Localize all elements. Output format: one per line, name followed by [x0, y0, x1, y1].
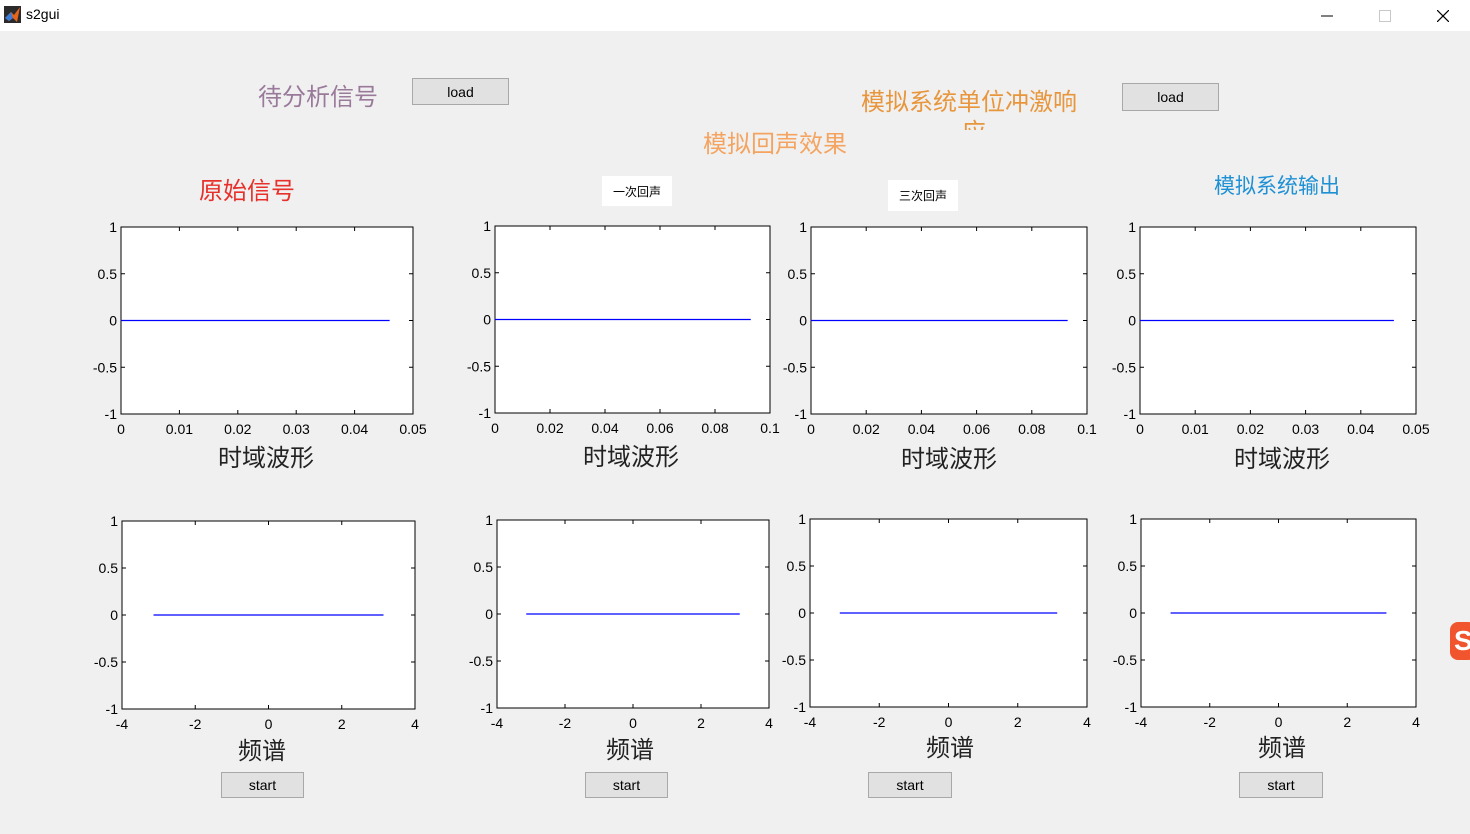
output-time-ytick-label: 1 [1128, 219, 1136, 235]
echo1-freq-ytick-label: 0.5 [474, 559, 494, 575]
echo1-time-xtick-label: 0.04 [591, 420, 618, 436]
echo1-freq-ytick-label: 0 [485, 606, 493, 622]
echo3-time-ytick-label: -1 [795, 406, 808, 422]
original-time-ytick-label: 0 [109, 313, 117, 329]
output-time-xtick-label: 0.01 [1182, 421, 1209, 437]
echo1-time-ytick-label: 1 [483, 218, 491, 234]
original-freq-ytick-label: 0.5 [99, 560, 119, 576]
plots-canvas: 10.50-0.5-10 0.01 0.02 0.03 0.04 0.0510.50-0.… [93, 218, 1430, 732]
echo3-time-xtick-label: 0.02 [853, 421, 880, 437]
echo1-freq-ytick-label: -1 [481, 700, 494, 716]
original-time-ytick-label: -1 [105, 406, 118, 422]
echo3-freq-xtick-label: -4 [804, 714, 817, 730]
original-time-xtick-label: 0.04 [341, 421, 368, 437]
echo1-time-xtick-label: 0 [491, 420, 499, 436]
output-freq-ytick-label: 1 [1129, 511, 1137, 527]
original-freq-ytick-label: -0.5 [94, 654, 118, 670]
output-freq-ytick-label: -1 [1125, 699, 1138, 715]
echo3-freq-ytick-label: -1 [794, 699, 807, 715]
echo3-time-ytick-label: 0.5 [788, 266, 808, 282]
echo3-freq-xtick-label: 2 [1014, 714, 1022, 730]
echo1-time-ytick-label: -1 [479, 405, 492, 421]
output-freq-ytick-label: -0.5 [1113, 652, 1137, 668]
echo3-freq-ytick-label: 0.5 [787, 558, 807, 574]
echo1-freq-xtick-label: 4 [765, 715, 773, 731]
ime-badge-icon[interactable]: S [1450, 622, 1470, 660]
freq-xlabel-echo1: 频谱 [606, 736, 654, 764]
echo1-time-ytick-label: 0.5 [472, 265, 492, 281]
start-button-output[interactable]: start [1239, 772, 1323, 798]
original-freq-xtick-label: 4 [411, 716, 419, 732]
echo3-time-ytick-label: 0 [799, 313, 807, 329]
original-time-ytick-label: -0.5 [93, 359, 117, 375]
echo3-time-xtick-label: 0 [807, 421, 815, 437]
freq-xlabel-echo3: 频谱 [926, 734, 974, 762]
output-freq-xtick-label: -2 [1204, 714, 1217, 730]
original-freq-ytick-label: -1 [106, 701, 119, 717]
output-time-xtick-label: 0 [1136, 421, 1144, 437]
original-time-xtick-label: 0.05 [399, 421, 426, 437]
original-freq-xtick-label: 0 [265, 716, 273, 732]
original-freq-ytick-label: 1 [110, 513, 118, 529]
echo1-time-ytick-label: -0.5 [467, 358, 491, 374]
original-time-xtick-label: 0 [117, 421, 125, 437]
original-time-ytick-label: 0.5 [98, 266, 118, 282]
echo1-time-xtick-label: 0.06 [646, 420, 673, 436]
echo3-time-xtick-label: 0.06 [963, 421, 990, 437]
original-freq-xtick-label: 2 [338, 716, 346, 732]
output-freq-xtick-label: 4 [1412, 714, 1420, 730]
echo1-time-xtick-label: 0.02 [536, 420, 563, 436]
echo3-time-xtick-label: 0.08 [1018, 421, 1045, 437]
original-time-xtick-label: 0.03 [283, 421, 310, 437]
output-time-ytick-label: -1 [1124, 406, 1137, 422]
echo1-time-ytick-label: 0 [483, 312, 491, 328]
echo1-freq-xtick-label: -2 [559, 715, 572, 731]
original-time-xtick-label: 0.01 [166, 421, 193, 437]
output-time-xtick-label: 0.03 [1292, 421, 1319, 437]
freq-xlabel-original: 频谱 [238, 737, 286, 765]
echo3-freq-ytick-label: 1 [798, 511, 806, 527]
echo3-time-xtick-label: 0.04 [908, 421, 935, 437]
freq-xlabel-output: 频谱 [1258, 734, 1306, 762]
start-button-original[interactable]: start [221, 772, 304, 798]
echo1-time-xtick-label: 0.1 [760, 420, 780, 436]
output-freq-ytick-label: 0 [1129, 605, 1137, 621]
original-freq-ytick-label: 0 [110, 607, 118, 623]
output-time-ytick-label: 0.5 [1117, 266, 1137, 282]
time-xlabel-original: 时域波形 [218, 444, 314, 472]
original-time-ytick-label: 1 [109, 219, 117, 235]
echo3-time-ytick-label: 1 [799, 219, 807, 235]
echo1-freq-xtick-label: -4 [491, 715, 504, 731]
time-xlabel-output: 时域波形 [1234, 445, 1330, 473]
start-button-echo1[interactable]: start [585, 772, 668, 798]
echo3-time-ytick-label: -0.5 [783, 359, 807, 375]
echo1-freq-xtick-label: 2 [697, 715, 705, 731]
echo1-time-xtick-label: 0.08 [701, 420, 728, 436]
output-time-ytick-label: 0 [1128, 313, 1136, 329]
echo3-freq-ytick-label: -0.5 [782, 652, 806, 668]
time-xlabel-echo3: 时域波形 [901, 445, 997, 473]
echo1-freq-xtick-label: 0 [629, 715, 637, 731]
original-freq-xtick-label: -2 [189, 716, 202, 732]
original-freq-xtick-label: -4 [116, 716, 129, 732]
original-time-xtick-label: 0.02 [224, 421, 251, 437]
echo1-freq-ytick-label: -0.5 [469, 653, 493, 669]
output-freq-xtick-label: 2 [1343, 714, 1351, 730]
echo1-freq-ytick-label: 1 [485, 512, 493, 528]
output-time-xtick-label: 0.04 [1347, 421, 1374, 437]
time-xlabel-echo1: 时域波形 [583, 443, 679, 471]
echo3-freq-xtick-label: -2 [873, 714, 886, 730]
echo3-freq-xtick-label: 4 [1083, 714, 1091, 730]
output-freq-ytick-label: 0.5 [1118, 558, 1138, 574]
start-button-echo3[interactable]: start [868, 772, 952, 798]
output-time-xtick-label: 0.05 [1402, 421, 1429, 437]
output-time-ytick-label: -0.5 [1112, 359, 1136, 375]
output-time-xtick-label: 0.02 [1237, 421, 1264, 437]
echo3-time-xtick-label: 0.1 [1077, 421, 1097, 437]
output-freq-xtick-label: -4 [1135, 714, 1148, 730]
echo3-freq-ytick-label: 0 [798, 605, 806, 621]
